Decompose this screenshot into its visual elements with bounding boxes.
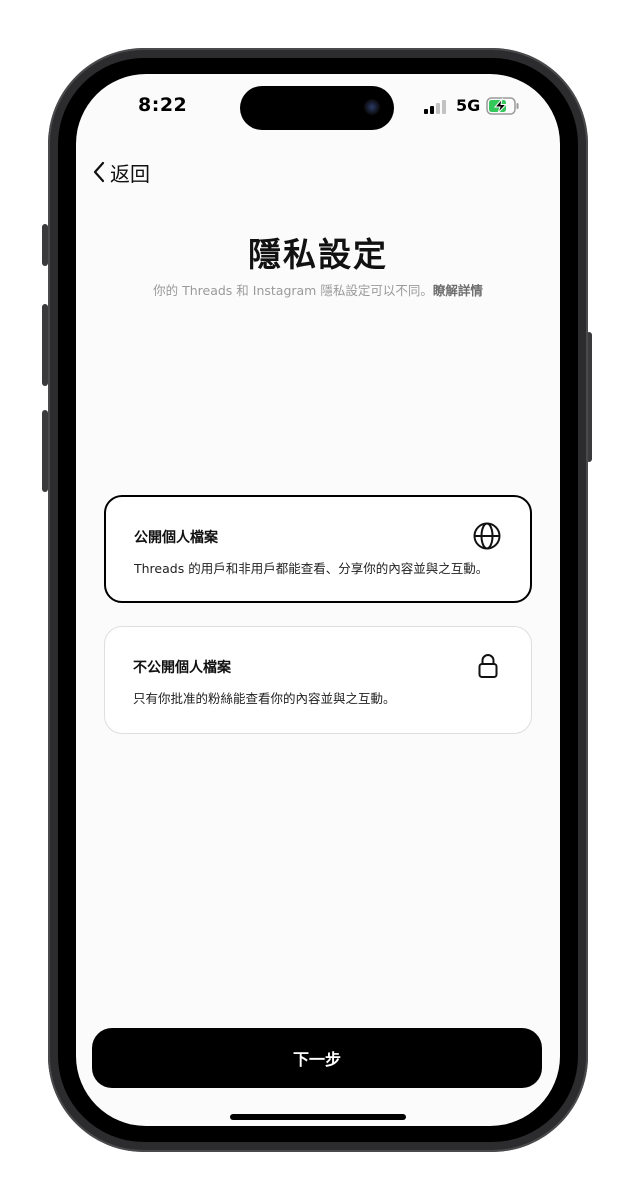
subtitle-text: 你的 Threads 和 Instagram 隱私設定可以不同。: [153, 283, 433, 298]
public-profile-description: Threads 的用戶和非用戶都能查看、分享你的內容並與之互動。: [134, 561, 489, 576]
status-time: 8:22: [138, 94, 188, 116]
public-profile-option[interactable]: 公開個人檔案 Threads 的用戶和非用戶都能查看、分享你的內容並與之互動。: [104, 495, 532, 603]
private-profile-option[interactable]: 不公開個人檔案 只有你批准的粉絲能查看你的內容並與之互動。: [104, 626, 532, 734]
front-camera: [364, 99, 380, 115]
page-title: 隱私設定: [248, 235, 388, 274]
network-type: 5G: [456, 96, 481, 115]
chevron-left-icon: [93, 161, 105, 183]
dynamic-island: [240, 86, 394, 130]
back-label: 返回: [110, 161, 150, 186]
globe-icon: [473, 522, 501, 550]
public-profile-title: 公開個人檔案: [134, 530, 218, 546]
page-subtitle: 你的 Threads 和 Instagram 隱私設定可以不同。瞭解詳情: [76, 280, 560, 299]
battery-charging-icon: [486, 97, 519, 115]
phone-screen: 8:22 5G 返回 隱私設定 你的 Threads 和 Instagram 隱…: [76, 74, 560, 1126]
home-indicator[interactable]: [230, 1114, 406, 1120]
private-profile-description: 只有你批准的粉絲能查看你的內容並與之互動。: [133, 691, 396, 706]
lock-icon: [478, 654, 498, 678]
back-button[interactable]: 返回: [92, 158, 150, 186]
signal-strength-icon: [424, 100, 448, 114]
learn-more-link[interactable]: 瞭解詳情: [433, 283, 483, 298]
private-profile-title: 不公開個人檔案: [133, 660, 231, 676]
next-button[interactable]: 下一步: [92, 1028, 542, 1088]
